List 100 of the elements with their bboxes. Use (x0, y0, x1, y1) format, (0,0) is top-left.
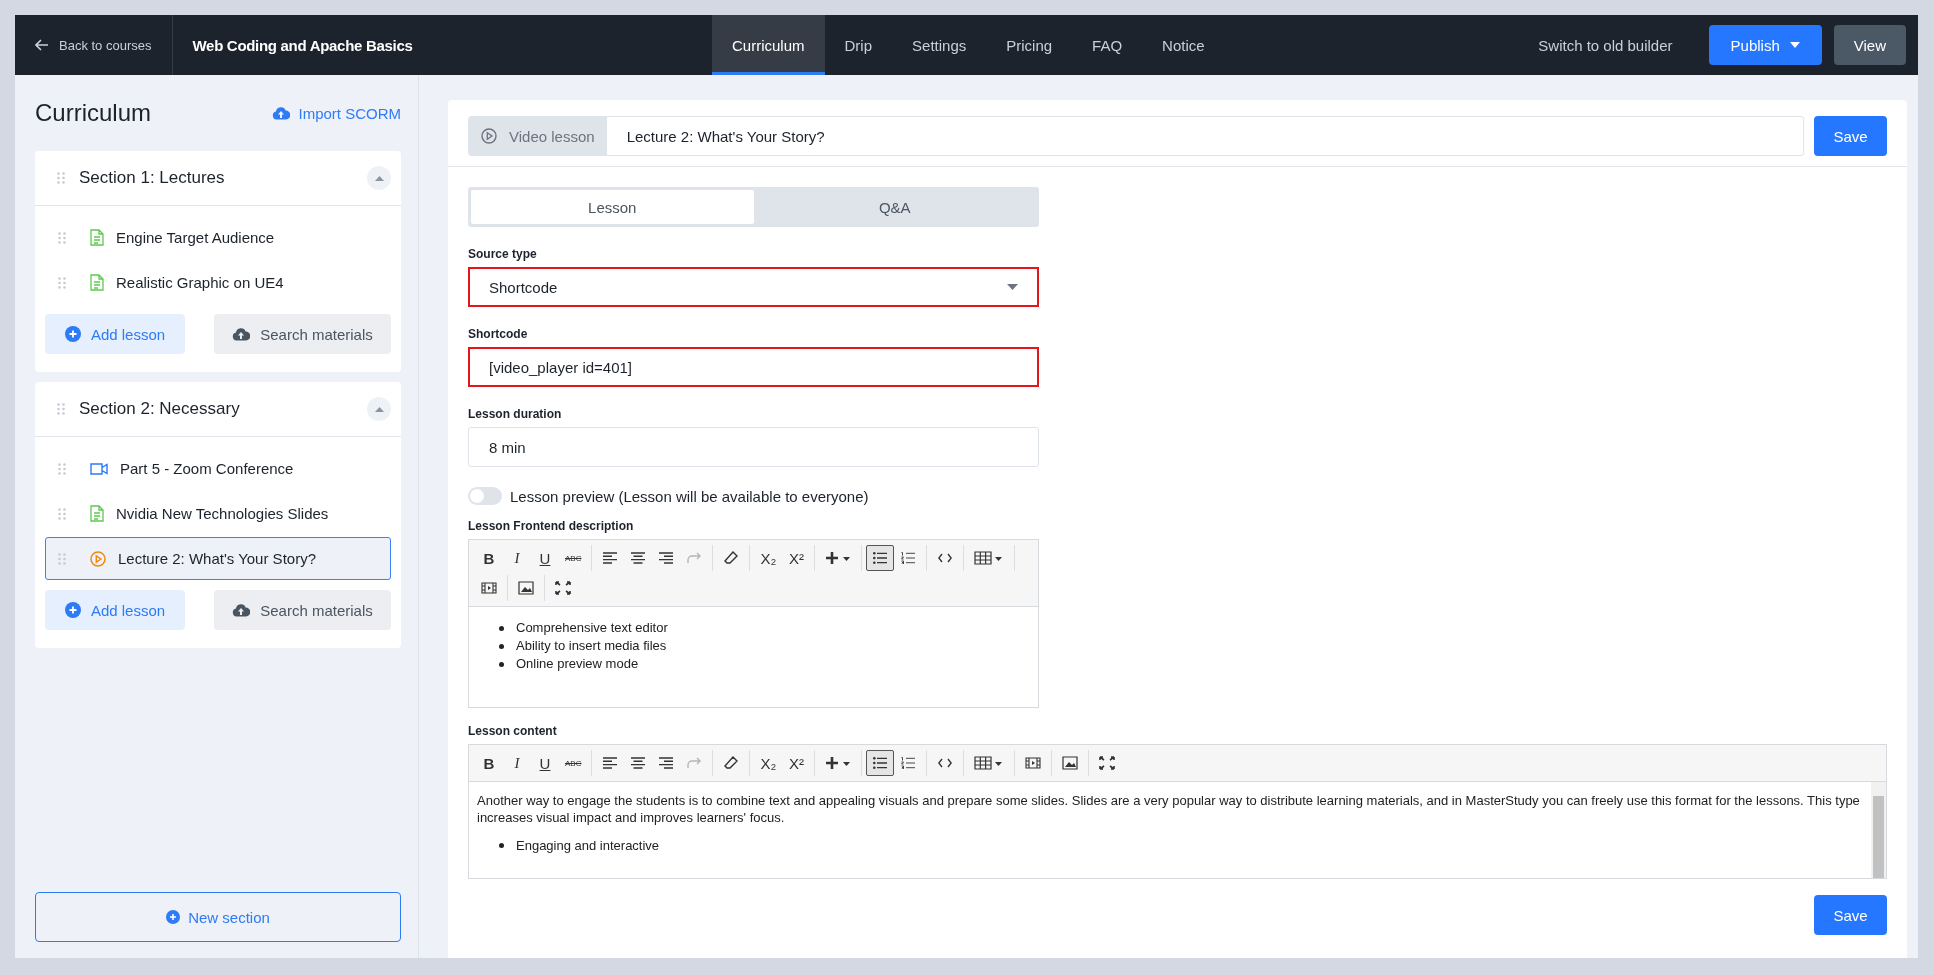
save-button[interactable]: Save (1814, 116, 1887, 156)
section-title: Section 2: Necessary (79, 399, 241, 419)
lesson-tab[interactable]: Lesson (471, 190, 754, 224)
lesson-title: Nvidia New Technologies Slides (116, 505, 329, 522)
view-button[interactable]: View (1833, 25, 1906, 65)
format-button[interactable]: U (531, 750, 559, 776)
plus-circle-icon (64, 326, 81, 342)
editor-list-item: Comprehensive text editor (516, 619, 668, 637)
table-dropdown-icon (974, 756, 1005, 770)
sidebar-title: Curriculum (35, 99, 151, 127)
code-icon (938, 553, 953, 563)
drag-handle-icon (58, 552, 66, 565)
collapse-button[interactable] (367, 397, 391, 421)
nav-tab[interactable]: Drip (824, 15, 893, 75)
bullet-icon (499, 843, 504, 849)
drag-handle-icon (58, 507, 66, 520)
play-circle-icon (90, 550, 106, 567)
video-camera-icon (90, 462, 108, 475)
back-link[interactable]: Back to courses (15, 15, 173, 75)
editor-list-item: Engaging and interactive (516, 836, 660, 855)
plus-dropdown-icon (825, 756, 852, 770)
format-button[interactable]: I (503, 750, 531, 776)
redo-icon (686, 757, 703, 769)
nav-tab[interactable]: Notice (1142, 15, 1225, 75)
collapse-button[interactable] (367, 166, 391, 190)
format-button[interactable]: B (475, 545, 503, 571)
cloud-upload-icon (232, 327, 251, 341)
caret-icon (1789, 42, 1800, 48)
source-type-select[interactable]: Shortcode (468, 267, 1039, 307)
lesson-tab[interactable]: Q&A (753, 190, 1036, 224)
format-button[interactable]: ABC (559, 750, 588, 776)
bullets-button[interactable] (866, 545, 895, 571)
nav-tab[interactable]: Curriculum (712, 15, 825, 75)
search-materials-button[interactable]: Search materials (214, 314, 391, 354)
drag-handle-icon (58, 276, 66, 289)
scrollbar[interactable] (1871, 782, 1886, 878)
editor-list-item: Online preview mode (516, 655, 639, 673)
bullet-list-icon (873, 552, 888, 564)
search-materials-button[interactable]: Search materials (214, 590, 391, 630)
import-scorm-link[interactable]: Import SCORM (272, 104, 401, 122)
play-circle-icon (481, 128, 497, 144)
plus-dropdown-icon (825, 551, 852, 565)
lesson-item[interactable]: Realistic Graphic on UE4 (45, 261, 391, 304)
cloud-upload-icon (272, 106, 291, 120)
caret-up-icon (374, 406, 384, 412)
code-icon (938, 758, 953, 768)
drag-handle-icon (57, 172, 65, 184)
numbered-list-icon (901, 757, 916, 769)
align-center-icon (631, 552, 646, 564)
bullet-list-icon (873, 757, 888, 769)
cloud-upload-icon (232, 603, 251, 617)
field-label: Source type (468, 247, 538, 261)
eraser-icon (724, 551, 739, 565)
image-icon (1062, 756, 1079, 770)
document-icon (90, 274, 104, 291)
lesson-item[interactable]: Engine Target Audience (45, 216, 391, 259)
lesson-title: Part 5 - Zoom Conference (120, 460, 294, 477)
lesson-title: Realistic Graphic on UE4 (116, 274, 284, 291)
add-lesson-button[interactable]: Add lesson (45, 314, 185, 354)
arrow-left-icon (35, 39, 49, 51)
bullets-button[interactable] (866, 750, 895, 776)
lesson-title-field[interactable]: Video lesson Lecture 2: What's Your Story? (468, 116, 1804, 156)
editor-paragraph: Another way to engage the students is to combine text and appealing visuals and prepare some slides. Slides are a very popular way to distribute learning materials, and in MasterStudy you can freely use this format for the lessons. This type increases visual impact and improves learners' focus. (477, 792, 1861, 827)
lesson-type-label: Video lesson (469, 117, 607, 155)
bullet-icon (499, 661, 504, 667)
nav-tab[interactable]: FAQ (1072, 15, 1143, 75)
lesson-item[interactable]: Nvidia New Technologies Slides (45, 492, 391, 535)
bullet-icon (499, 643, 504, 649)
lesson-title: Engine Target Audience (116, 229, 275, 246)
bullet-icon (499, 625, 504, 631)
section-title: Section 1: Lectures (79, 168, 226, 188)
format-button[interactable]: I (503, 545, 531, 571)
switch-builder-link[interactable]: Switch to old builder (1538, 36, 1673, 54)
nav-tab[interactable]: Pricing (986, 15, 1073, 75)
format-button[interactable]: ABC (559, 545, 588, 571)
lesson-item[interactable]: Part 5 - Zoom Conference (45, 447, 391, 490)
format-button[interactable]: X₂ (754, 545, 783, 571)
format-button[interactable]: X² (782, 545, 811, 571)
shortcode-field[interactable]: [video_player id=401] (468, 347, 1039, 387)
format-button[interactable]: X² (782, 750, 811, 776)
save-button[interactable]: Save (1814, 895, 1887, 935)
nav-tab[interactable]: Settings (892, 15, 987, 75)
numbered-list-icon (901, 552, 916, 564)
duration-field[interactable]: 8 min (468, 427, 1039, 467)
redo-icon (686, 552, 703, 564)
plus-circle-icon (166, 910, 181, 924)
drag-handle-icon (58, 462, 66, 475)
field-label: Lesson duration (468, 407, 563, 421)
new-section-button[interactable]: New section (35, 892, 401, 942)
lesson-item[interactable]: Lecture 2: What's Your Story? (45, 537, 391, 580)
field-label: Shortcode (468, 327, 529, 341)
add-lesson-button[interactable]: Add lesson (45, 590, 185, 630)
align-right-icon (659, 757, 674, 769)
field-label: Lesson Frontend description (468, 519, 635, 533)
format-button[interactable]: U (531, 545, 559, 571)
publish-button[interactable]: Publish (1708, 25, 1822, 65)
preview-toggle[interactable] (468, 487, 502, 505)
format-button[interactable]: B (475, 750, 503, 776)
format-button[interactable]: X₂ (754, 750, 783, 776)
align-center-icon (631, 757, 646, 769)
